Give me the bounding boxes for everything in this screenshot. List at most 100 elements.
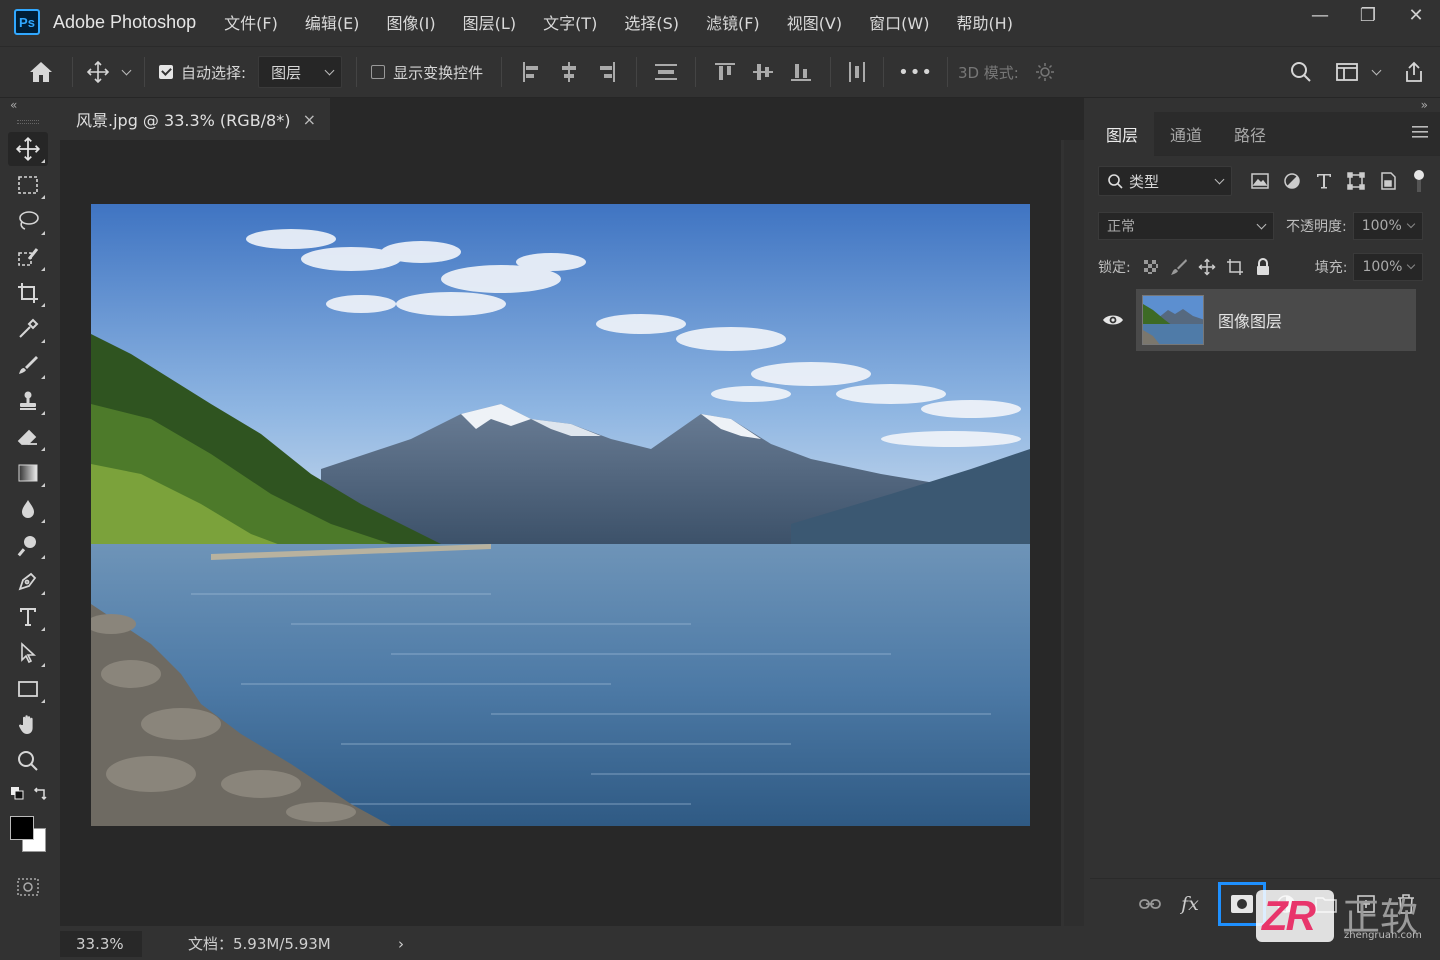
collapse-right-button[interactable]: » — [1421, 98, 1428, 112]
filter-adjustment-icon[interactable] — [1282, 171, 1302, 191]
share-icon[interactable] — [1398, 60, 1430, 84]
workspace-icon[interactable] — [1331, 61, 1363, 83]
dodge-tool-button[interactable] — [8, 528, 48, 562]
fx-icon[interactable]: fx — [1170, 884, 1210, 924]
layer-row[interactable]: 图像图层 — [1090, 289, 1416, 351]
rectangle-icon — [18, 681, 38, 697]
crop-tool-button[interactable] — [8, 276, 48, 310]
hand-tool-button[interactable] — [8, 708, 48, 742]
menu-layer[interactable]: 图层(L) — [463, 10, 516, 34]
filter-shape-icon[interactable] — [1346, 171, 1366, 191]
add-mask-icon — [1231, 894, 1253, 913]
home-icon[interactable] — [20, 60, 62, 84]
layer-item[interactable]: 图像图层 — [1136, 289, 1416, 351]
path-selection-tool-button[interactable] — [8, 636, 48, 670]
lock-pixels-icon[interactable] — [1169, 257, 1189, 277]
lock-row: 锁定: 填充: 100% — [1090, 246, 1440, 288]
default-colors-icon[interactable] — [10, 786, 26, 802]
minimize-button[interactable]: — — [1296, 0, 1344, 30]
auto-select-checkbox[interactable] — [159, 65, 173, 79]
filter-pixel-icon[interactable] — [1250, 171, 1270, 191]
marquee-tool-button[interactable] — [8, 168, 48, 202]
pen-tool-button[interactable] — [8, 564, 48, 598]
panel-menu-icon[interactable] — [1412, 125, 1428, 142]
zoom-tool-button[interactable] — [8, 744, 48, 778]
align-top-icon[interactable] — [706, 61, 744, 83]
align-vertical-center-icon[interactable] — [744, 61, 782, 83]
canvas-area[interactable] — [60, 140, 1061, 926]
lock-position-icon[interactable] — [1197, 257, 1217, 277]
move-tool-icon[interactable] — [83, 60, 113, 84]
stamp-tool-button[interactable] — [8, 384, 48, 418]
color-swap-row — [0, 780, 56, 810]
tab-layers[interactable]: 图层 — [1090, 111, 1155, 156]
toolbar-grip[interactable] — [17, 120, 39, 124]
foreground-color-swatch[interactable] — [10, 816, 34, 840]
lock-artboard-icon[interactable] — [1225, 257, 1245, 277]
search-icon[interactable] — [1285, 60, 1317, 84]
filter-type-icon[interactable] — [1314, 171, 1334, 191]
blend-mode-select[interactable]: 正常 — [1098, 212, 1274, 240]
visibility-eye-icon[interactable] — [1090, 289, 1136, 351]
canvas-scrollbar[interactable] — [1064, 140, 1084, 926]
swap-colors-icon[interactable] — [32, 786, 48, 802]
watermark-logo-text: ZR — [1262, 892, 1316, 939]
quick-mask-button[interactable] — [8, 870, 48, 904]
menu-image[interactable]: 图像(I) — [386, 10, 435, 34]
auto-select-target-value: 图层 — [271, 63, 302, 82]
opacity-field[interactable]: 100% — [1352, 212, 1423, 240]
tab-channels[interactable]: 通道 — [1154, 112, 1218, 156]
eraser-tool-button[interactable] — [8, 420, 48, 454]
menu-filter[interactable]: 滤镜(F) — [706, 10, 760, 34]
collapse-left-button[interactable]: « — [10, 98, 17, 112]
menu-help[interactable]: 帮助(H) — [956, 10, 1013, 34]
canvas-image[interactable] — [91, 204, 1030, 826]
layers-panel: 图层 通道 路径 类型 正常 不透明度: 100% 锁定: 填充: 100% 图… — [1090, 111, 1440, 960]
document-info: 文档：5.93M/5.93M — [188, 935, 331, 953]
brush-tool-button[interactable] — [8, 348, 48, 382]
link-layers-icon[interactable] — [1130, 884, 1170, 924]
filter-smart-object-icon[interactable] — [1378, 171, 1398, 191]
status-menu-arrow[interactable]: › — [398, 935, 404, 953]
align-bottom-icon[interactable] — [782, 61, 820, 83]
lock-all-icon[interactable] — [1253, 257, 1273, 277]
menu-window[interactable]: 窗口(W) — [869, 10, 929, 34]
tab-paths[interactable]: 路径 — [1218, 112, 1282, 156]
restore-button[interactable]: ❐ — [1344, 0, 1392, 30]
marquee-icon — [18, 176, 38, 194]
rectangle-tool-button[interactable] — [8, 672, 48, 706]
menu-view[interactable]: 视图(V) — [787, 10, 842, 34]
align-horizontal-center-icon[interactable] — [550, 61, 588, 83]
chevron-down-icon — [324, 65, 335, 75]
blur-tool-button[interactable] — [8, 492, 48, 526]
distribute-horizontal-icon[interactable] — [841, 61, 873, 83]
eyedropper-tool-button[interactable] — [8, 312, 48, 346]
lock-transparent-icon[interactable] — [1141, 257, 1161, 277]
close-tab-icon[interactable]: × — [303, 110, 316, 129]
align-left-icon[interactable] — [512, 61, 550, 83]
move-tool-button[interactable] — [8, 132, 48, 166]
menu-file[interactable]: 文件(F) — [224, 10, 278, 34]
gradient-tool-button[interactable] — [8, 456, 48, 490]
type-tool-button[interactable] — [8, 600, 48, 634]
zoom-level-field[interactable]: 33.3% — [60, 930, 142, 957]
show-transform-checkbox[interactable] — [371, 65, 386, 79]
distribute-vertical-icon[interactable] — [647, 61, 685, 83]
layer-filter-select[interactable]: 类型 — [1098, 166, 1232, 196]
fill-field[interactable]: 100% — [1353, 253, 1424, 281]
blend-row: 正常 不透明度: 100% — [1090, 206, 1440, 246]
document-tab[interactable]: 风景.jpg @ 33.3% (RGB/8*) × — [60, 98, 330, 140]
menu-select[interactable]: 选择(S) — [624, 10, 679, 34]
auto-select-target-select[interactable]: 图层 — [258, 56, 343, 88]
menu-type[interactable]: 文字(T) — [543, 10, 597, 34]
object-selection-tool-button[interactable] — [8, 240, 48, 274]
close-button[interactable]: ✕ — [1392, 0, 1440, 30]
path-selection-icon — [21, 642, 37, 664]
lasso-tool-button[interactable] — [8, 204, 48, 238]
filter-toggle[interactable] — [1414, 170, 1424, 192]
more-options-button[interactable]: ••• — [898, 62, 933, 83]
align-right-icon[interactable] — [588, 61, 626, 83]
menu-edit[interactable]: 编辑(E) — [305, 10, 360, 34]
workspace-chevron-icon[interactable] — [1371, 65, 1382, 75]
move-tool-chevron-icon[interactable] — [121, 65, 132, 75]
